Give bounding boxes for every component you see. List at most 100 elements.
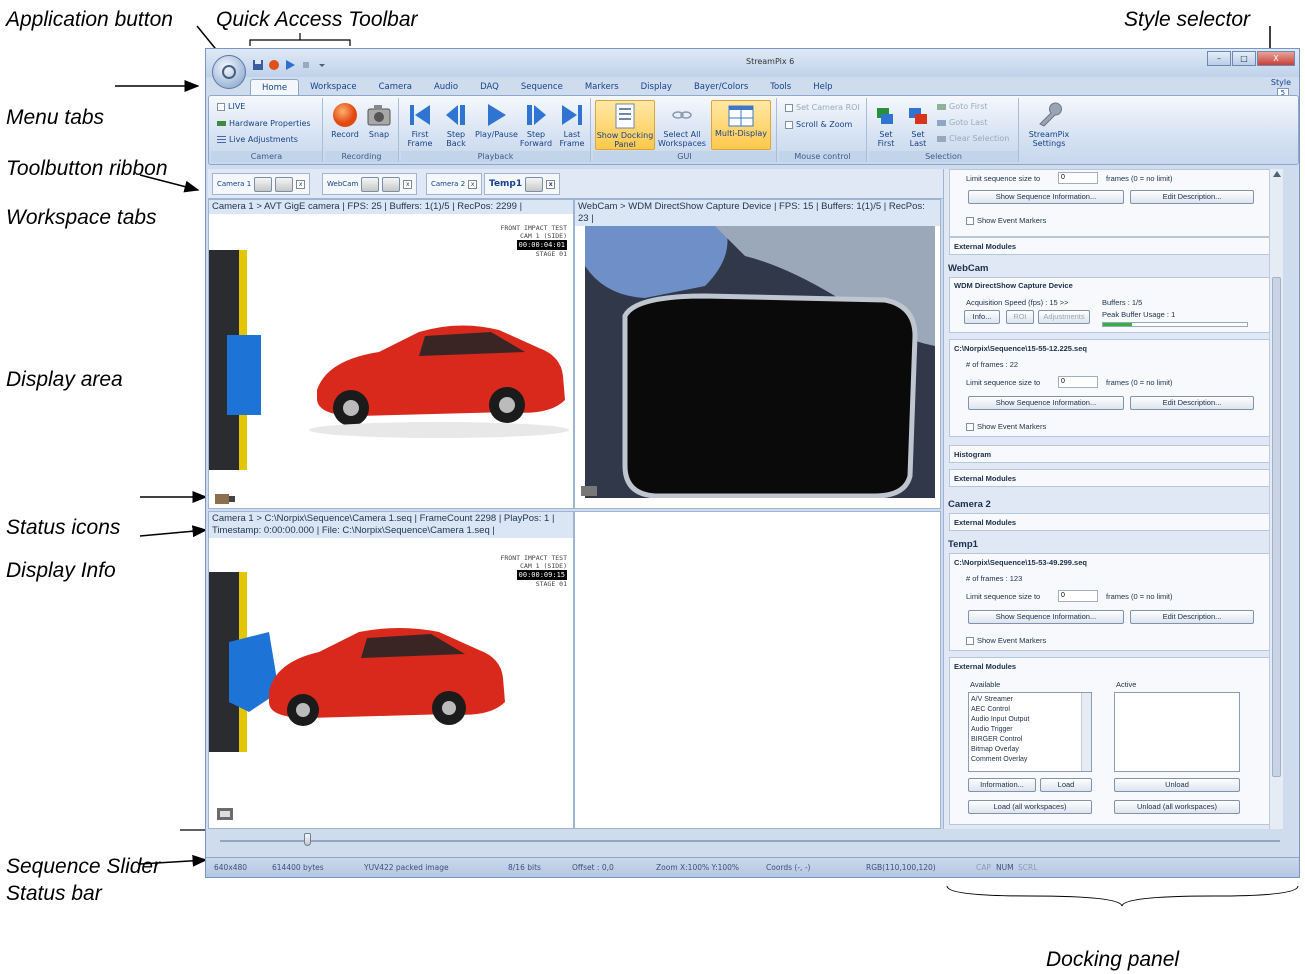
webcam-roi-button[interactable]: ROI bbox=[1006, 310, 1034, 324]
maximize-button[interactable]: □ bbox=[1232, 51, 1256, 66]
slider-thumb[interactable] bbox=[304, 833, 311, 846]
set-camera-roi-button[interactable]: Set Camera ROI bbox=[785, 103, 860, 112]
show-sequence-information-button[interactable]: Show Sequence Information... bbox=[968, 190, 1124, 204]
webcam-info-button[interactable]: Info... bbox=[964, 310, 1000, 324]
dock-external-modules-camera-1[interactable]: External Modules bbox=[949, 237, 1271, 255]
goto-last-button[interactable]: Goto Last bbox=[937, 118, 987, 127]
tab-sequence[interactable]: Sequence bbox=[510, 79, 574, 95]
first-frame-button[interactable]: First Frame bbox=[403, 102, 437, 148]
edit-description-button[interactable]: Edit Description... bbox=[1130, 610, 1254, 624]
tab-audio[interactable]: Audio bbox=[423, 79, 469, 95]
module-information-button[interactable]: Information... bbox=[968, 778, 1036, 792]
step-forward-button[interactable]: Step Forward bbox=[519, 102, 553, 148]
display-icon[interactable] bbox=[382, 176, 401, 192]
close-tab-icon[interactable]: x bbox=[546, 179, 556, 189]
show-sequence-information-button[interactable]: Show Sequence Information... bbox=[968, 396, 1124, 410]
select-all-workspaces-button[interactable]: Select All Workspaces bbox=[657, 102, 707, 148]
edit-description-button[interactable]: Edit Description... bbox=[1130, 396, 1254, 410]
play-icon[interactable] bbox=[284, 59, 296, 71]
display-camera-1-playback[interactable]: Camera 1 > C:\Norpix\Sequence\Camera 1.s… bbox=[208, 511, 574, 829]
application-button[interactable] bbox=[212, 55, 246, 89]
event-markers-checkbox[interactable] bbox=[966, 423, 974, 432]
clear-selection-button[interactable]: Clear Selection bbox=[937, 134, 1009, 143]
dock-scroll-thumb[interactable] bbox=[1272, 277, 1281, 777]
show-event-markers-toggle[interactable]: Show Event Markers bbox=[966, 216, 1046, 226]
camera-icon[interactable] bbox=[361, 176, 380, 192]
live-checkbox[interactable] bbox=[217, 102, 225, 111]
show-event-markers-toggle[interactable]: Show Event Markers bbox=[966, 636, 1046, 646]
display-icon[interactable] bbox=[525, 176, 544, 192]
available-modules-list[interactable]: A/V Streamer AEC Control Audio Input Out… bbox=[968, 692, 1092, 772]
close-tab-icon[interactable]: x bbox=[468, 179, 478, 189]
tab-markers[interactable]: Markers bbox=[574, 79, 630, 95]
limit-sequence-input[interactable]: 0 bbox=[1058, 172, 1098, 184]
list-item[interactable]: Audio Input Output bbox=[971, 715, 1089, 725]
limit-sequence-input[interactable]: 0 bbox=[1058, 590, 1098, 602]
multi-display-button[interactable]: Multi-Display bbox=[711, 100, 771, 150]
step-back-button[interactable]: Step Back bbox=[439, 102, 473, 148]
close-tab-icon[interactable]: x bbox=[296, 179, 306, 189]
scroll-up-icon[interactable] bbox=[1273, 171, 1281, 177]
webcam-adjustments-button[interactable]: Adjustments bbox=[1038, 310, 1090, 324]
scroll-zoom-button[interactable]: Scroll & Zoom bbox=[785, 120, 852, 129]
list-item[interactable]: A/V Streamer bbox=[971, 695, 1089, 705]
display-camera-1-live[interactable]: Camera 1 > AVT GigE camera | FPS: 25 | B… bbox=[208, 199, 574, 509]
show-sequence-information-button[interactable]: Show Sequence Information... bbox=[968, 610, 1124, 624]
list-item[interactable]: Comment Overlay bbox=[971, 755, 1089, 765]
show-event-markers-toggle[interactable]: Show Event Markers bbox=[966, 422, 1046, 432]
limit-sequence-input[interactable]: 0 bbox=[1058, 376, 1098, 388]
streampix-settings-button[interactable]: StreamPix Settings bbox=[1025, 102, 1073, 148]
display-webcam-live[interactable]: WebCam > WDM DirectShow Capture Device |… bbox=[574, 199, 941, 509]
set-last-button[interactable]: Set Last bbox=[903, 102, 933, 148]
roi-checkbox[interactable] bbox=[785, 103, 793, 112]
scroll-zoom-checkbox[interactable] bbox=[785, 120, 793, 129]
save-icon[interactable] bbox=[252, 59, 264, 71]
record-button[interactable]: Record bbox=[329, 102, 361, 139]
list-scrollbar[interactable] bbox=[1081, 693, 1091, 771]
event-markers-checkbox[interactable] bbox=[966, 637, 974, 646]
list-item[interactable]: Bitmap Overlay bbox=[971, 745, 1089, 755]
display-icon[interactable] bbox=[275, 176, 294, 192]
close-tab-icon[interactable]: x bbox=[403, 179, 413, 189]
list-item[interactable]: Audio Trigger bbox=[971, 725, 1089, 735]
hardware-properties-button[interactable]: Hardware Properties bbox=[217, 119, 311, 128]
workspace-tab-camera-2[interactable]: Camera 2 x bbox=[426, 173, 483, 195]
minimize-button[interactable]: – bbox=[1207, 51, 1231, 66]
set-first-button[interactable]: Set First bbox=[871, 102, 901, 148]
workspace-tab-camera-1[interactable]: Camera 1 x bbox=[212, 173, 311, 195]
dock-external-modules-webcam[interactable]: External Modules bbox=[949, 469, 1271, 487]
tab-display[interactable]: Display bbox=[630, 79, 683, 95]
module-load-button[interactable]: Load bbox=[1040, 778, 1092, 792]
unload-all-workspaces-button[interactable]: Unload (all workspaces) bbox=[1114, 800, 1240, 814]
dock-histogram[interactable]: Histogram bbox=[949, 445, 1271, 463]
list-item[interactable]: BIRGER Control bbox=[971, 735, 1089, 745]
camera-icon[interactable] bbox=[254, 176, 273, 192]
load-all-workspaces-button[interactable]: Load (all workspaces) bbox=[968, 800, 1092, 814]
workspace-tab-webcam[interactable]: WebCam x bbox=[322, 173, 418, 195]
close-button[interactable]: X bbox=[1257, 51, 1295, 66]
tab-help[interactable]: Help bbox=[802, 79, 843, 95]
dock-external-modules-camera-2[interactable]: External Modules bbox=[949, 513, 1271, 531]
tab-tools[interactable]: Tools bbox=[759, 79, 802, 95]
last-frame-button[interactable]: Last Frame bbox=[555, 102, 589, 148]
display-empty[interactable] bbox=[574, 511, 941, 829]
module-unload-button[interactable]: Unload bbox=[1114, 778, 1240, 792]
tab-camera[interactable]: Camera bbox=[368, 79, 423, 95]
tab-daq[interactable]: DAQ bbox=[469, 79, 510, 95]
record-icon[interactable] bbox=[268, 59, 280, 71]
dock-scrollbar[interactable] bbox=[1269, 169, 1283, 829]
snap-button[interactable]: Snap bbox=[363, 102, 395, 139]
qat-dropdown-icon[interactable] bbox=[316, 59, 328, 71]
live-toggle[interactable]: LIVE bbox=[217, 102, 245, 111]
tab-bayer-colors[interactable]: Bayer/Colors bbox=[683, 79, 759, 95]
active-modules-list[interactable] bbox=[1114, 692, 1240, 772]
tab-workspace[interactable]: Workspace bbox=[299, 79, 367, 95]
sequence-slider[interactable] bbox=[208, 831, 1283, 851]
tab-home[interactable]: Home bbox=[250, 79, 300, 95]
goto-first-button[interactable]: Goto First bbox=[937, 102, 988, 111]
show-docking-panel-button[interactable]: Show Docking Panel bbox=[595, 100, 655, 150]
edit-description-button[interactable]: Edit Description... bbox=[1130, 190, 1254, 204]
event-markers-checkbox[interactable] bbox=[966, 217, 974, 226]
play-pause-button[interactable]: Play/Pause bbox=[475, 102, 518, 139]
live-adjustments-button[interactable]: Live Adjustments bbox=[217, 135, 298, 144]
